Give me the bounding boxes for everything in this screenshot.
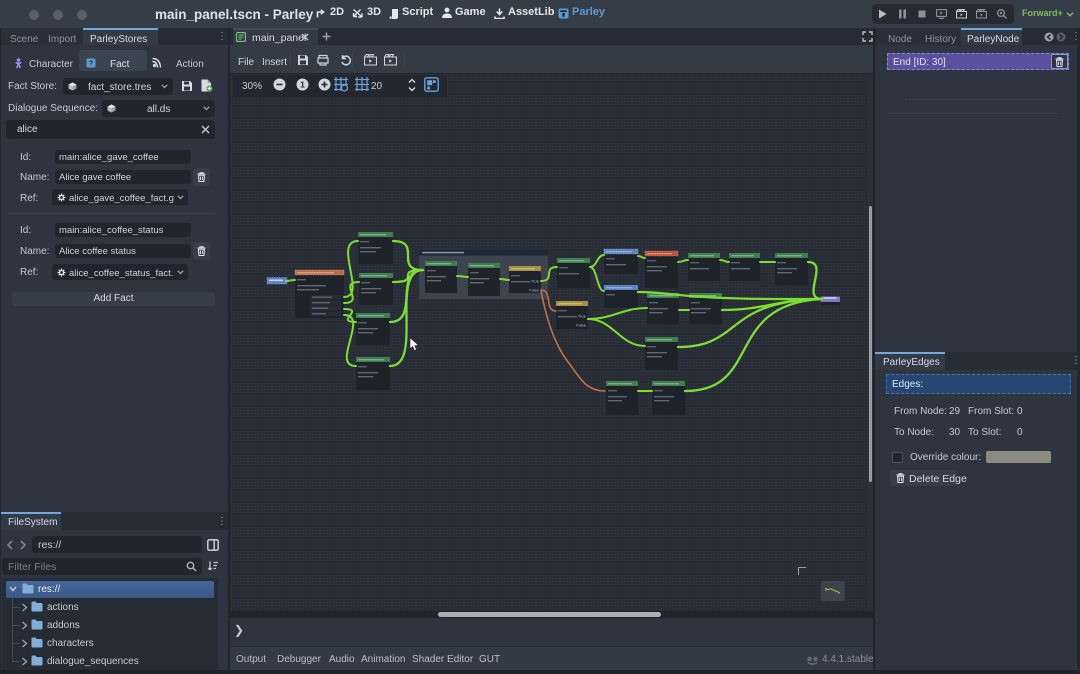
- svg-text:True: True: [578, 314, 587, 319]
- svg-text:1: 1: [300, 80, 305, 90]
- svg-text:False: False: [576, 323, 587, 328]
- svg-text:True: True: [531, 279, 540, 284]
- svg-text:?: ?: [89, 61, 93, 68]
- svg-text:False: False: [529, 288, 540, 293]
